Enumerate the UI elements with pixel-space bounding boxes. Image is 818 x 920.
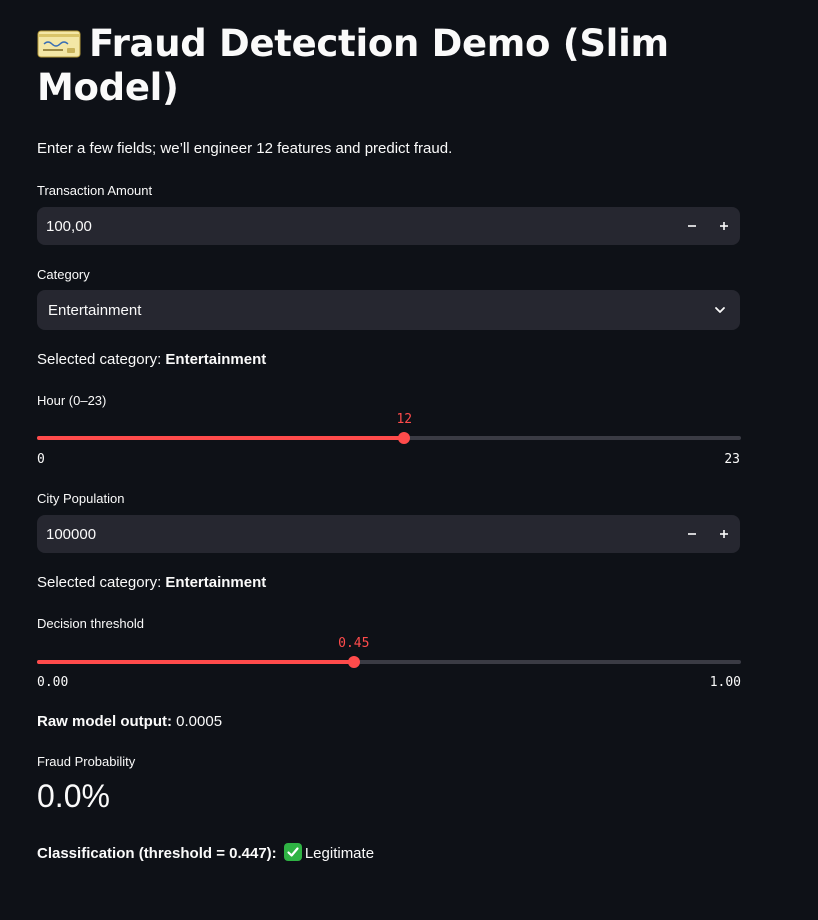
amount-decrement-button[interactable]	[676, 207, 708, 245]
plus-icon	[720, 222, 728, 230]
raw-output-prefix: Raw model output:	[37, 713, 172, 730]
classification-prefix: Classification (threshold = 0.447):	[37, 845, 277, 862]
population-input[interactable]: 100000	[37, 515, 740, 553]
classification: Classification (threshold = 0.447): Legi…	[37, 843, 374, 862]
minus-icon	[688, 225, 696, 227]
threshold-slider[interactable]: 0.45	[37, 636, 741, 678]
selected-category-value: Entertainment	[165, 574, 267, 591]
chevron-down-icon[interactable]	[700, 290, 740, 330]
hour-max-label: 23	[724, 452, 740, 467]
selected-category-text: Selected category: Entertainment	[37, 351, 266, 368]
minus-icon	[688, 533, 696, 535]
selected-category-value: Entertainment	[165, 351, 267, 368]
amount-label: Transaction Amount	[37, 183, 153, 198]
amount-increment-button[interactable]	[708, 207, 740, 245]
threshold-label: Decision threshold	[37, 616, 144, 631]
category-label: Category	[37, 267, 90, 282]
selected-category-text: Selected category: Entertainment	[37, 574, 266, 591]
hour-min-label: 0	[37, 452, 45, 467]
hour-slider[interactable]: 12	[37, 412, 741, 454]
population-label: City Population	[37, 491, 125, 506]
slider-fill	[37, 660, 354, 664]
slider-fill	[37, 436, 405, 440]
slider-value: 12	[396, 412, 413, 427]
raw-output-value: 0.0005	[172, 713, 223, 730]
category-value[interactable]: Entertainment	[37, 302, 700, 319]
threshold-min-label: 0.00	[37, 675, 69, 690]
selected-category-prefix: Selected category:	[37, 351, 166, 368]
category-select[interactable]: Entertainment	[37, 290, 740, 330]
fraud-probability-label: Fraud Probability	[37, 754, 136, 769]
slider-value: 0.45	[338, 636, 370, 651]
amount-value[interactable]: 100,00	[37, 218, 676, 235]
population-increment-button[interactable]	[708, 515, 740, 553]
slider-thumb[interactable]	[398, 432, 411, 444]
plus-icon	[720, 530, 728, 538]
threshold-max-label: 1.00	[709, 675, 741, 690]
population-decrement-button[interactable]	[676, 515, 708, 553]
caption: Enter a few fields; we’ll engineer 12 fe…	[37, 140, 453, 157]
fraud-probability-value: 0.0%	[37, 778, 110, 814]
classification-value: Legitimate	[304, 845, 375, 862]
page-title-text: Fraud Detection Demo (Slim Model)	[37, 22, 669, 109]
slider-thumb[interactable]	[347, 656, 360, 668]
credit-card-icon	[37, 30, 81, 58]
population-value[interactable]: 100000	[37, 526, 676, 543]
check-mark-button-icon	[283, 843, 302, 861]
hour-label: Hour (0–23)	[37, 393, 107, 408]
raw-model-output: Raw model output: 0.0005	[37, 713, 222, 730]
page-title: Fraud Detection Demo (Slim Model)	[37, 22, 777, 110]
amount-input[interactable]: 100,00	[37, 207, 740, 245]
selected-category-prefix: Selected category:	[37, 574, 166, 591]
